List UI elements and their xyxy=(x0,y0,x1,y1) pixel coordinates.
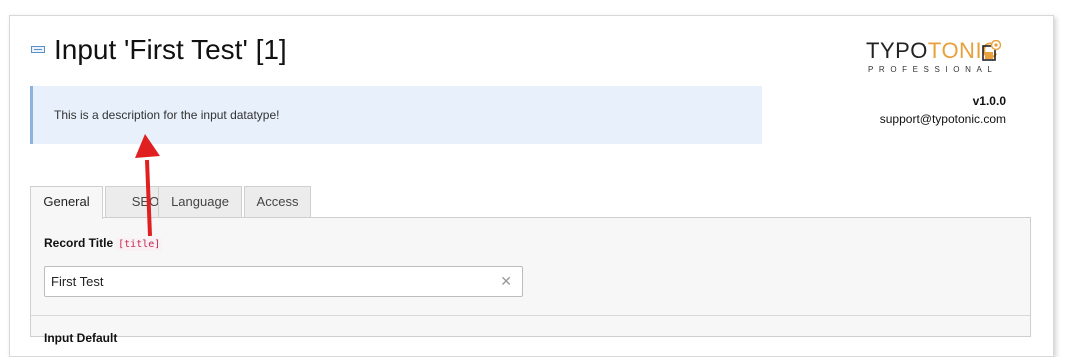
arrow-shaft xyxy=(145,159,152,237)
annotation-arrow xyxy=(135,134,160,237)
tab-general[interactable]: General xyxy=(30,186,103,219)
arrow-head xyxy=(135,134,160,158)
